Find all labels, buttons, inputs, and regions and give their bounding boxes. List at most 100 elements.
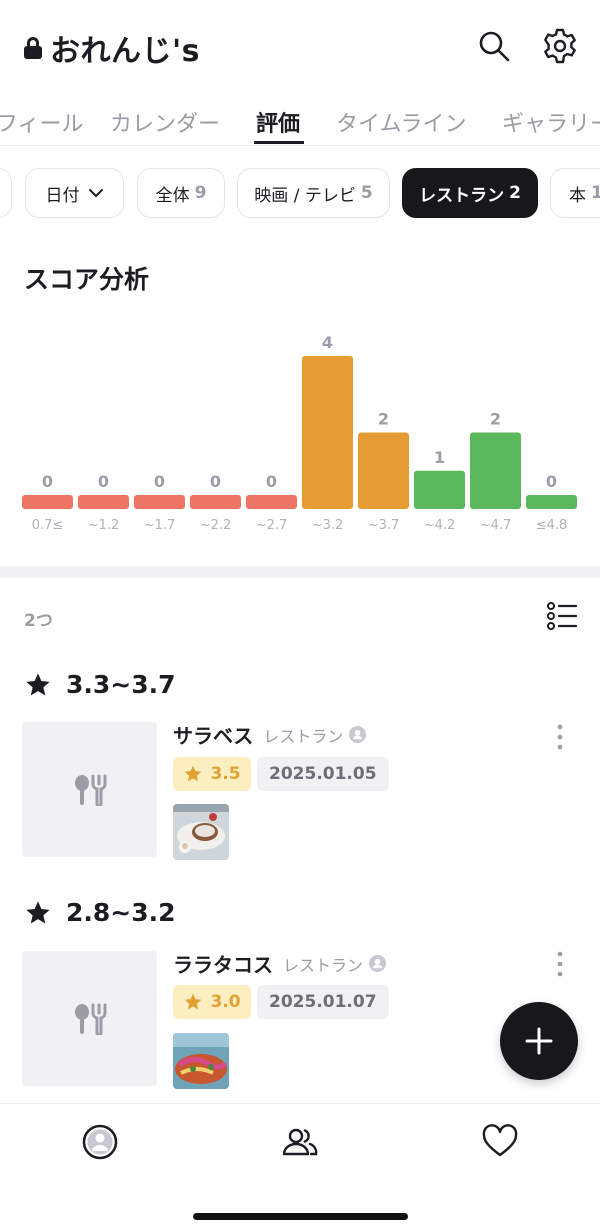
bar-category-label: ~1.7 (144, 518, 176, 533)
bar-category-label: 0.7≤ (32, 518, 64, 533)
tab-bar: フィール カレンダー 評価 タイムライン ギャラリー (0, 96, 600, 146)
histogram-bar (190, 495, 241, 509)
entry-photo[interactable] (173, 1033, 229, 1089)
rating-value: 3.0 (210, 992, 241, 1012)
plus-icon (525, 1027, 553, 1055)
histogram-bar (246, 495, 297, 509)
tab-calendar[interactable]: カレンダー (110, 106, 220, 138)
entry-name[interactable]: サラベス (173, 720, 253, 749)
filter-chip-book[interactable]: 本1 (550, 168, 600, 218)
bar-value-label: 4 (322, 333, 333, 352)
tab-profile[interactable]: フィール (0, 106, 84, 138)
rating-value: 3.5 (210, 764, 241, 784)
filter-chip-movie-tv[interactable]: 映画 / テレビ 5 (237, 168, 390, 218)
utensils-icon (74, 774, 106, 806)
chip-count: 1 (591, 183, 600, 203)
score-histogram: 0 0.7≤ 0 ~1.2 0 ~1.7 0 ~2.2 0 ~2.7 4 ~3.2 2 ~3.7 1 ~4.2… (22, 333, 577, 533)
chip-count: 9 (194, 183, 207, 203)
home-indicator (193, 1213, 408, 1220)
star-icon (185, 765, 202, 782)
lock-icon (24, 37, 42, 59)
rating-range-label: 2.8~3.2 (66, 898, 176, 927)
date-badge: 2025.01.07 (257, 985, 389, 1019)
rating-range-label: 3.3~3.7 (66, 670, 176, 699)
histogram-bar (414, 470, 465, 509)
page-title: おれんじ's (50, 34, 201, 69)
date-badge: 2025.01.05 (257, 757, 389, 791)
histogram-bar (22, 495, 73, 509)
user-badge-icon (349, 726, 367, 743)
star-icon (185, 993, 202, 1010)
app-header: おれんじ's (0, 0, 600, 96)
bar-category-label: ~3.7 (368, 518, 400, 533)
chip-label: 映画 / テレビ (254, 185, 356, 206)
bar-value-label: 1 (434, 448, 445, 467)
tab-timeline[interactable]: タイムライン (336, 106, 466, 138)
rating-group-header: 3.3~3.7 (24, 670, 176, 699)
food-photo-image (173, 804, 229, 860)
chip-label: 全体 (155, 185, 190, 206)
bar-category-label: ~4.2 (424, 518, 456, 533)
filter-bar: 日付 全体 9 映画 / テレビ 5 レストラン 2 本1 (0, 166, 600, 222)
sort-dropdown[interactable]: 日付 (25, 168, 124, 218)
entry-name[interactable]: ララタコス (173, 949, 273, 978)
chip-count: 2 (509, 183, 521, 203)
active-tab-indicator (254, 141, 304, 144)
chevron-down-icon (88, 189, 103, 197)
search-icon[interactable] (476, 28, 512, 64)
gear-icon[interactable] (542, 28, 578, 64)
bar-category-label: ≤4.8 (536, 518, 568, 533)
bar-value-label: 0 (546, 472, 557, 491)
star-icon (26, 672, 50, 695)
histogram-bar (526, 495, 577, 509)
bar-value-label: 2 (490, 410, 501, 429)
friends-icon[interactable] (280, 1122, 320, 1162)
more-options-icon[interactable] (548, 949, 572, 979)
entry-category: レストラン (283, 952, 387, 976)
star-icon (26, 900, 50, 923)
result-count: 2つ (24, 611, 53, 631)
chip-label: レストラン (419, 185, 505, 206)
entry-title-row: ララタコス レストラン (173, 949, 387, 978)
bar-value-label: 0 (42, 472, 53, 491)
entry-thumbnail[interactable] (22, 951, 157, 1086)
entry-photo[interactable] (173, 804, 229, 860)
filter-chip-all[interactable]: 全体 9 (137, 168, 225, 218)
histogram-bar (470, 432, 521, 509)
list-view-icon[interactable] (544, 600, 578, 632)
filter-chip-restaurant[interactable]: レストラン 2 (402, 168, 538, 218)
bar-category-label: ~2.2 (200, 518, 232, 533)
bar-category-label: ~2.7 (256, 518, 288, 533)
food-photo-image (173, 1033, 229, 1089)
heart-icon[interactable] (480, 1122, 520, 1162)
category-label: レストラン (263, 726, 344, 746)
bar-value-label: 0 (266, 472, 277, 491)
utensils-icon (74, 1003, 106, 1035)
rating-badge: 3.0 (173, 985, 251, 1019)
bar-value-label: 0 (210, 472, 221, 491)
filter-chip-partial[interactable] (0, 168, 12, 218)
profile-icon[interactable] (80, 1122, 120, 1162)
histogram-bar (134, 495, 185, 509)
histogram-bar (78, 495, 129, 509)
tab-ratings[interactable]: 評価 (256, 106, 300, 138)
tab-gallery[interactable]: ギャラリー (502, 106, 600, 138)
category-label: レストラン (283, 955, 364, 975)
section-divider (0, 566, 600, 578)
chip-label: 本 (569, 185, 586, 206)
histogram-bar (358, 432, 409, 509)
sort-label: 日付 (45, 185, 80, 206)
rating-group-header: 2.8~3.2 (24, 898, 176, 927)
entry-title-row: サラベス レストラン (173, 720, 367, 749)
bar-category-label: ~4.7 (480, 518, 512, 533)
score-analysis-title: スコア分析 (24, 265, 150, 294)
user-badge-icon (369, 955, 387, 972)
more-options-icon[interactable] (548, 722, 572, 752)
entry-thumbnail[interactable] (22, 722, 157, 857)
entry-category: レストラン (263, 723, 367, 747)
histogram-bar (302, 356, 353, 509)
add-entry-button[interactable] (500, 1002, 578, 1080)
bar-value-label: 0 (154, 472, 165, 491)
bar-category-label: ~3.2 (312, 518, 344, 533)
chip-count: 5 (360, 183, 373, 203)
